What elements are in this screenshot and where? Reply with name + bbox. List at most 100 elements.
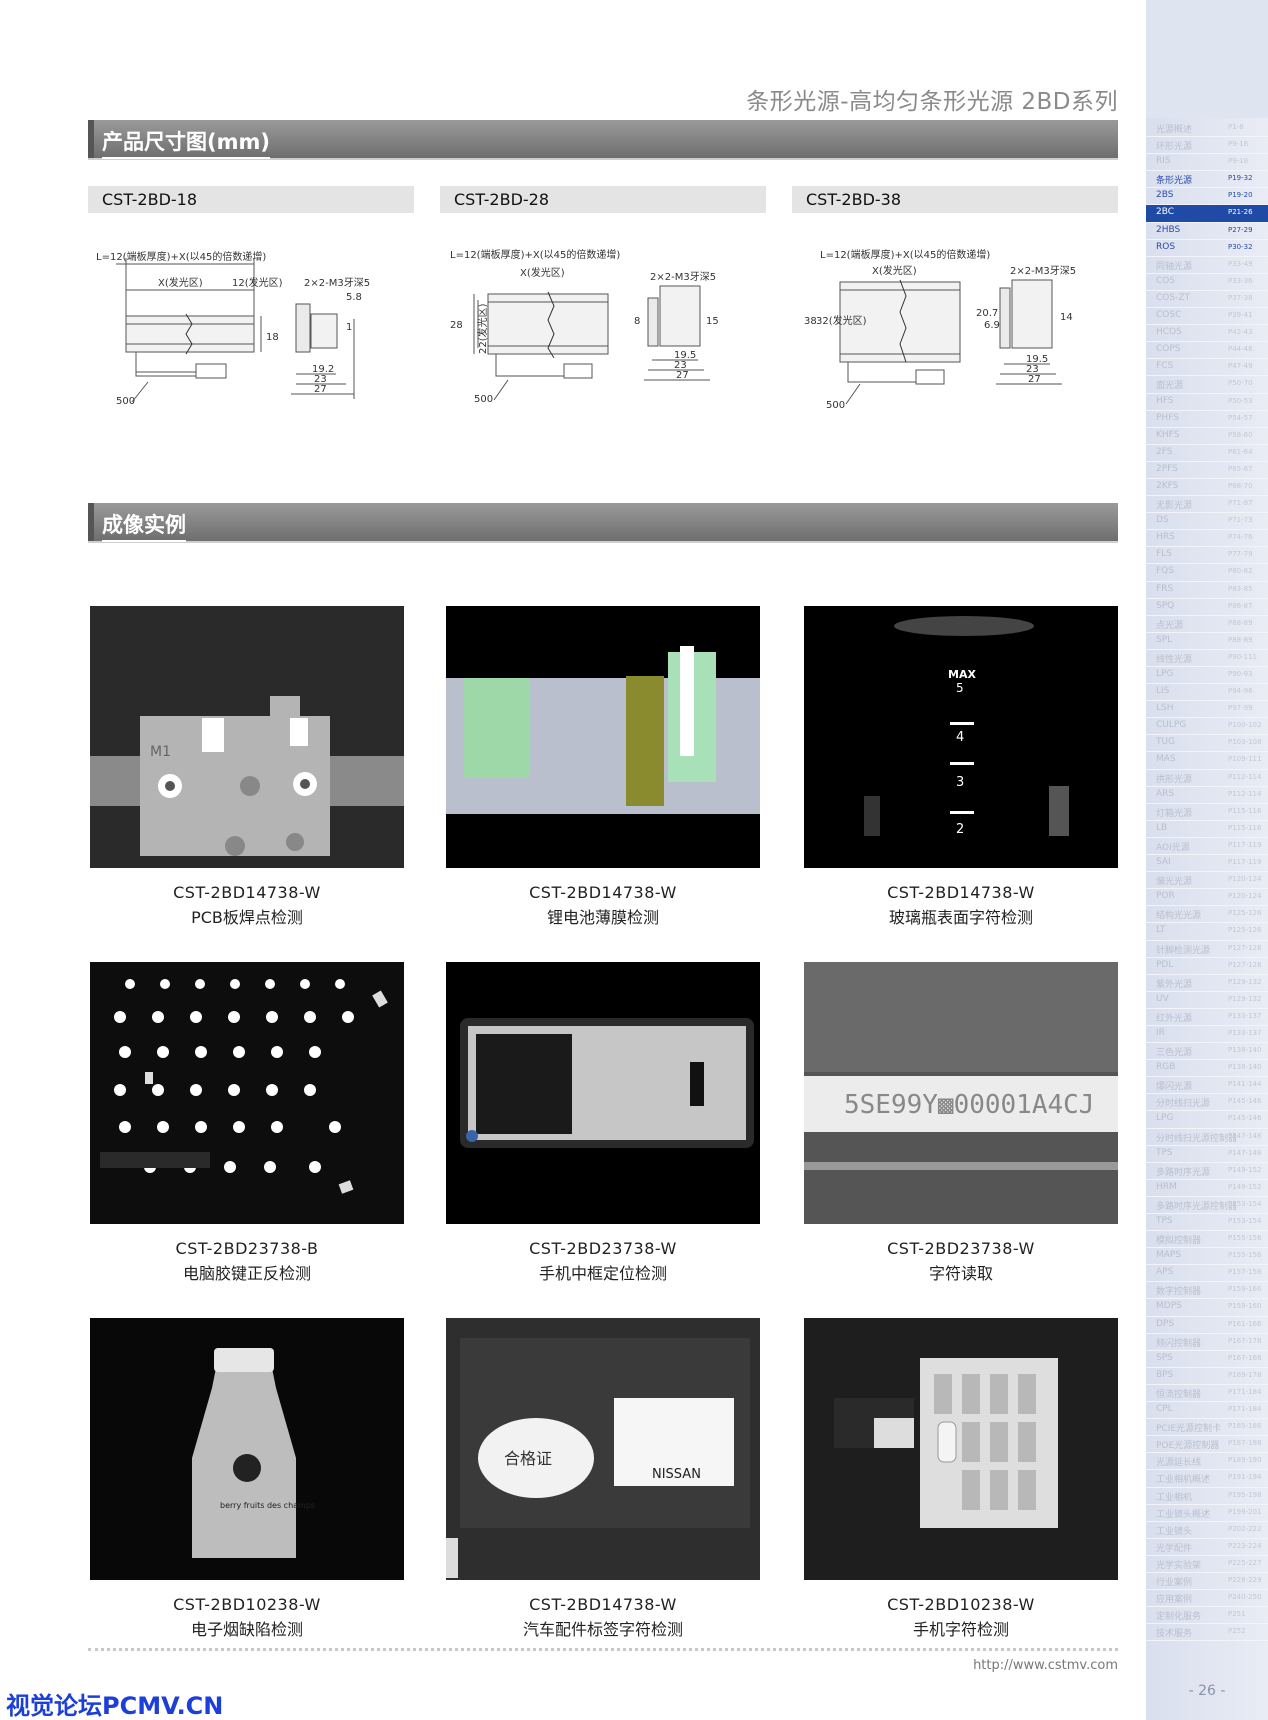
sidebar-item[interactable]: 爆闪光源 P141-144 [1146,1077,1268,1095]
sidebar-item[interactable]: APS P157-158 [1146,1265,1268,1283]
sidebar-item[interactable]: 多路时序光源控制器 P153-154 [1146,1197,1268,1214]
sidebar-item[interactable]: TPS P153-154 [1146,1214,1268,1232]
sidebar-item[interactable]: 数字控制器 P159-166 [1146,1282,1268,1300]
sidebar-item[interactable]: 点光源 P88-89 [1146,616,1268,633]
sidebar-item[interactable]: 无影光源 P71-87 [1146,496,1268,514]
sidebar-item[interactable]: PDL P127-128 [1146,958,1268,975]
sidebar-item[interactable]: 偏光光源 P120-124 [1146,872,1268,890]
sidebar-item[interactable]: ROS P30-32 [1146,240,1268,257]
sidebar-item[interactable]: TUG P103-108 [1146,735,1268,753]
sidebar-item[interactable]: 环形光源 P9-18 [1146,137,1268,155]
sidebar-item[interactable]: 2KFS P68-70 [1146,479,1268,497]
sidebar-item[interactable]: 2PFS P65-67 [1146,462,1268,479]
sidebar-item[interactable]: LPG P145-146 [1146,1111,1268,1129]
sidebar-item[interactable]: MAS P109-111 [1146,752,1268,770]
sidebar-item[interactable]: 三色光源 P138-140 [1146,1043,1268,1061]
sidebar-item[interactable]: LPG P90-93 [1146,667,1268,685]
sidebar-item-pages: P125-126 [1228,926,1262,935]
sidebar-item[interactable]: UV P129-132 [1146,992,1268,1009]
sidebar-item[interactable]: SAI P117-119 [1146,855,1268,873]
sidebar-item[interactable]: SPS P167-168 [1146,1351,1268,1368]
sidebar-item[interactable]: HRS P74-76 [1146,530,1268,548]
sidebar-item-label: DPS [1156,1318,1175,1329]
sidebar-item[interactable]: 线性光源 P90-111 [1146,650,1268,667]
sidebar-item[interactable]: COS-ZT P37-38 [1146,291,1268,309]
sidebar-item[interactable]: 分时线扫光源 P145-146 [1146,1094,1268,1112]
sidebar-item[interactable]: 应用案例 P240-250 [1146,1590,1268,1608]
sidebar-item-label: MAS [1156,754,1176,765]
sidebar-item[interactable]: IR P133-137 [1146,1026,1268,1044]
sidebar-item[interactable]: 红外光源 P133-137 [1146,1009,1268,1026]
sidebar-item[interactable]: FLS P77-79 [1146,547,1268,565]
sidebar-item[interactable]: 技术服务 P252 [1146,1624,1268,1642]
sidebar-item[interactable]: FQS P80-82 [1146,564,1268,582]
footer-url[interactable]: http://www.cstmv.com [900,1658,1118,1673]
sidebar-item[interactable]: 2FS P61-64 [1146,445,1268,462]
sidebar-item[interactable]: 结构光光源 P125-126 [1146,906,1268,924]
sidebar-item[interactable]: ARS P112-114 [1146,787,1268,804]
sidebar-item[interactable]: 2BS P19-20 [1146,188,1268,206]
sidebar-item[interactable]: 光源延长线 P189-190 [1146,1453,1268,1471]
sidebar-item[interactable]: 针脚检测光源 P127-128 [1146,941,1268,958]
sidebar-item[interactable]: 工业镜头概述 P199-201 [1146,1505,1268,1522]
sidebar-item[interactable]: FCS P47-49 [1146,359,1268,377]
sidebar-item[interactable]: LT P125-126 [1146,923,1268,941]
sidebar-item[interactable]: 恒流控制器 P171-184 [1146,1385,1268,1403]
sidebar-item[interactable]: HRM P149-152 [1146,1180,1268,1197]
sidebar-item[interactable]: LIS P94-96 [1146,684,1268,702]
sidebar-item[interactable]: DS P71-73 [1146,513,1268,531]
sidebar-item[interactable]: MAPS P155-156 [1146,1248,1268,1266]
sidebar-item[interactable]: 多路时序光源 P149-152 [1146,1163,1268,1180]
sidebar-item[interactable]: POR P120-124 [1146,889,1268,907]
example-model-7: CST-2BD10238-W [173,1595,321,1614]
sidebar-item[interactable]: HCOS P42-43 [1146,325,1268,343]
sidebar-item[interactable]: HFS P50-53 [1146,394,1268,411]
sidebar-item[interactable]: RGB P138-140 [1146,1060,1268,1078]
sidebar-item[interactable]: SPQ P86-87 [1146,599,1268,616]
sidebar-item[interactable]: FRS P83-85 [1146,582,1268,599]
sidebar-item[interactable]: RIS P9-18 [1146,154,1268,172]
sidebar-item[interactable]: DPS P161-166 [1146,1317,1268,1334]
sidebar-item[interactable]: PHFS P54-57 [1146,411,1268,428]
sidebar-item-pages: P147-148 [1228,1148,1262,1157]
sidebar-item[interactable]: KHFS P58-60 [1146,428,1268,445]
sidebar-item[interactable]: PCIE光源控制卡 P185-186 [1146,1419,1268,1437]
sidebar-item-pages: P50-70 [1228,379,1253,388]
sidebar-item[interactable]: 同轴光源 P33-49 [1146,257,1268,274]
sidebar-item[interactable]: TPS P147-148 [1146,1146,1268,1163]
sidebar-item[interactable]: CPL P171-184 [1146,1402,1268,1420]
sidebar-item[interactable]: 工业相机 P195-198 [1146,1488,1268,1505]
sidebar-item[interactable]: 频闪控制器 P167-178 [1146,1334,1268,1351]
sidebar-item[interactable]: LSH P97-99 [1146,701,1268,719]
sidebar-item-pages: P65-67 [1228,464,1253,473]
sidebar-item[interactable]: 分时线扫光源控制器 P147-148 [1146,1129,1268,1146]
sidebar-item[interactable]: BPS P169-178 [1146,1368,1268,1385]
sidebar-item[interactable]: COSC P39-41 [1146,308,1268,326]
sidebar-item[interactable]: MDPS P159-160 [1146,1299,1268,1317]
sidebar-item-pages: P21-26 [1228,208,1253,217]
sidebar-item[interactable]: 紫外光源 P129-132 [1146,975,1268,992]
sidebar-item[interactable]: 工业相机概述 P191-194 [1146,1470,1268,1488]
sidebar-item[interactable]: COS P33-36 [1146,274,1268,291]
dim3-28: 27 [676,370,689,381]
sidebar-item[interactable]: 定制化服务 P251 [1146,1607,1268,1625]
sidebar-item[interactable]: CULPG P100-102 [1146,718,1268,736]
sidebar-item[interactable]: 光源概述 P1-8 [1146,120,1268,138]
sidebar-item[interactable]: 模拟控制器 P155-158 [1146,1231,1268,1249]
sidebar-item[interactable]: AOI光源 P117-119 [1146,838,1268,856]
sidebar-item[interactable]: 条形光源 P19-32 [1146,171,1268,189]
sidebar-item[interactable]: 行业案例 P228-229 [1146,1573,1268,1591]
sidebar-item[interactable]: LB P115-116 [1146,821,1268,838]
sidebar-item[interactable]: 2HBS P27-29 [1146,223,1268,240]
sidebar-item[interactable]: 光学实验架 P225-227 [1146,1556,1268,1573]
sidebar-item[interactable]: SPL P88-89 [1146,633,1268,650]
sidebar-item-pages: P90-93 [1228,670,1253,678]
sidebar-item[interactable]: 光学配件 P223-224 [1146,1539,1268,1556]
sidebar-item[interactable]: POE光源控制器 P187-188 [1146,1436,1268,1454]
sidebar-item[interactable]: 拱形光源 P112-114 [1146,770,1268,787]
sidebar-item[interactable]: COPS P44-46 [1146,342,1268,360]
sidebar-item[interactable]: 工业镜头 P202-222 [1146,1522,1268,1539]
sidebar-item[interactable]: 灯箱光源 P115-116 [1146,804,1268,821]
sidebar-item[interactable]: 面光源 P50-70 [1146,376,1268,394]
sidebar-item[interactable]: 2BC P21-26 [1146,205,1268,223]
